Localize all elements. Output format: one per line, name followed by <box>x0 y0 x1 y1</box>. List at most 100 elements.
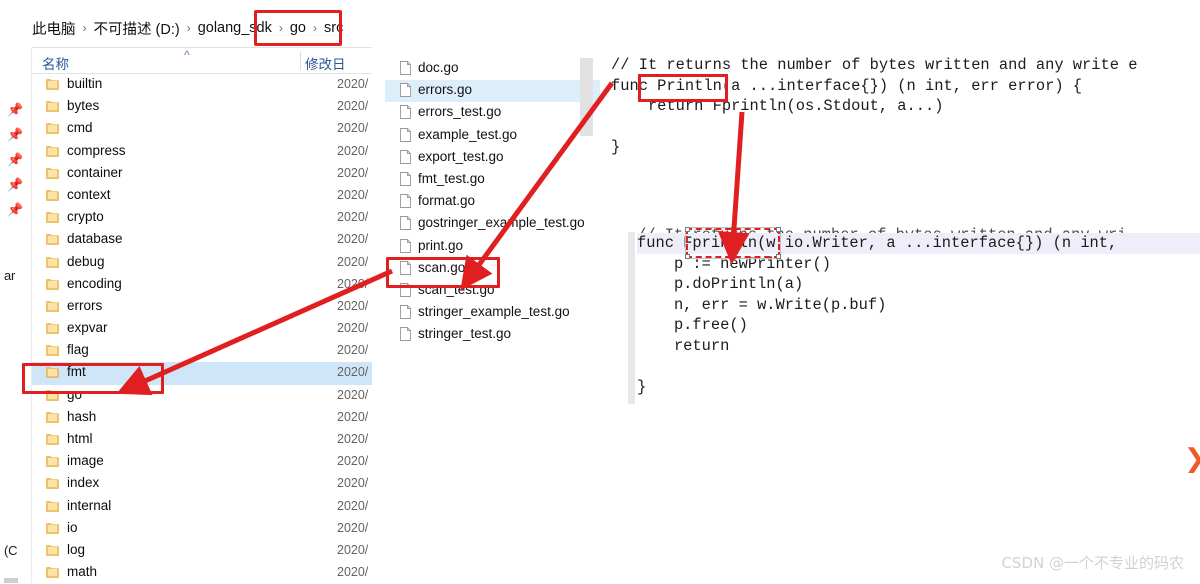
folder-row[interactable]: builtin2020/ <box>32 74 372 96</box>
breadcrumb-separator: › <box>313 22 317 34</box>
file-name: doc.go <box>418 60 459 75</box>
folder-row[interactable]: html2020/ <box>32 429 372 451</box>
folder-row[interactable]: fmt2020/ <box>32 362 372 384</box>
file-row[interactable]: stringer_test.go <box>385 324 600 346</box>
file-row[interactable]: doc.go <box>385 58 600 80</box>
file-name: example_test.go <box>418 127 517 142</box>
pin-icon[interactable]: 📌 <box>7 153 21 167</box>
column-header-name[interactable]: 名称 <box>42 53 69 73</box>
breadcrumb-item-4[interactable]: src <box>324 20 343 36</box>
column-header-date[interactable]: 修改日 <box>305 53 346 73</box>
folder-row[interactable]: encoding2020/ <box>32 274 372 296</box>
folder-row[interactable]: math2020/ <box>32 562 372 584</box>
folder-name: log <box>67 542 85 557</box>
breadcrumb[interactable]: 此电脑 › 不可描述 (D:) › golang_sdk › go › src <box>32 14 343 42</box>
file-name: stringer_test.go <box>418 326 511 341</box>
folder-name: debug <box>67 254 105 269</box>
folder-icon <box>46 322 59 335</box>
code-line: } <box>611 138 620 156</box>
folder-row[interactable]: io2020/ <box>32 518 372 540</box>
document-icon <box>400 216 411 230</box>
folder-row[interactable]: hash2020/ <box>32 407 372 429</box>
breadcrumb-item-3[interactable]: go <box>290 20 306 36</box>
document-icon <box>400 83 411 97</box>
folder-name: compress <box>67 143 126 158</box>
file-row[interactable]: scan.go <box>385 258 600 280</box>
file-list[interactable]: doc.go errors.goerrors_test.go example_tes… <box>385 58 600 346</box>
folder-row[interactable]: image2020/ <box>32 451 372 473</box>
folder-row[interactable]: crypto2020/ <box>32 207 372 229</box>
editor-scrollbar-top[interactable] <box>580 58 593 136</box>
folder-row[interactable]: go2020/ <box>32 385 372 407</box>
file-row[interactable]: errors.go <box>385 80 600 102</box>
file-row[interactable]: format.go <box>385 191 600 213</box>
folder-row[interactable]: errors2020/ <box>32 296 372 318</box>
folder-row[interactable]: log2020/ <box>32 540 372 562</box>
folder-name: flag <box>67 342 89 357</box>
pin-icon[interactable]: 📌 <box>7 178 21 192</box>
folder-icon <box>46 522 59 535</box>
folder-date: 2020/ <box>337 144 368 158</box>
folder-date: 2020/ <box>337 432 368 446</box>
document-icon <box>400 172 411 186</box>
folder-list[interactable]: builtin2020/bytes2020/cmd2020/compress20… <box>32 74 372 583</box>
folder-row[interactable]: database2020/ <box>32 229 372 251</box>
folder-date: 2020/ <box>337 410 368 424</box>
folder-name: go <box>67 387 82 402</box>
file-row[interactable]: fmt_test.go <box>385 169 600 191</box>
breadcrumb-item-2[interactable]: golang_sdk <box>198 20 272 36</box>
folder-row[interactable]: index 2020/ <box>32 473 372 495</box>
folder-name: context <box>67 187 111 202</box>
breadcrumb-item-1[interactable]: 不可描述 (D:) <box>94 18 180 39</box>
folder-row[interactable]: internal2020/ <box>32 496 372 518</box>
file-row[interactable]: gostringer_example_test.go <box>385 213 600 235</box>
folder-icon <box>46 477 59 490</box>
folder-name: index <box>67 475 99 490</box>
folder-name: math <box>67 564 97 579</box>
document-icon <box>400 239 411 253</box>
folder-icon <box>46 167 59 180</box>
folder-name: fmt <box>67 364 86 379</box>
code-line-clipped: // It returns the number of bytes writte… <box>637 225 1200 233</box>
file-row[interactable]: print.go <box>385 236 600 258</box>
folder-row[interactable]: flag2020/ <box>32 340 372 362</box>
code-snippet-println: // It returns the number of bytes writte… <box>611 55 1200 158</box>
folder-name: builtin <box>67 76 102 91</box>
pin-icon[interactable]: 📌 <box>7 128 21 142</box>
folder-icon <box>46 78 59 91</box>
file-name: print.go <box>418 238 463 253</box>
file-row[interactable]: export_test.go <box>385 147 600 169</box>
folder-name: internal <box>67 498 111 513</box>
code-line: return <box>637 337 729 355</box>
file-row[interactable]: errors_test.go <box>385 102 600 124</box>
folder-name: container <box>67 165 123 180</box>
folder-date: 2020/ <box>337 476 368 490</box>
folder-row[interactable]: expvar2020/ <box>32 318 372 340</box>
folder-date: 2020/ <box>337 277 368 291</box>
file-row[interactable]: example_test.go <box>385 125 600 147</box>
pin-icon[interactable]: 📌 <box>7 203 21 217</box>
column-divider[interactable] <box>300 52 301 70</box>
sort-ascending-caret-icon: ^ <box>184 48 190 62</box>
folder-row[interactable]: cmd2020/ <box>32 118 372 140</box>
folder-name: image <box>67 453 104 468</box>
file-row[interactable]: stringer_example_test.go <box>385 302 600 324</box>
folder-name: database <box>67 231 123 246</box>
file-row[interactable]: scan_test.go <box>385 280 600 302</box>
toolbar-divider <box>32 47 372 48</box>
folder-row[interactable]: debug2020/ <box>32 252 372 274</box>
folder-icon <box>46 100 59 113</box>
document-icon <box>400 128 411 142</box>
breadcrumb-separator: › <box>187 22 191 34</box>
pin-icon[interactable]: 📌 <box>7 103 21 117</box>
folder-row[interactable]: context2020/ <box>32 185 372 207</box>
code-line: p.doPrintln(a) <box>637 275 803 293</box>
breadcrumb-item-0[interactable]: 此电脑 <box>32 18 76 39</box>
folder-row[interactable]: bytes2020/ <box>32 96 372 118</box>
scrollbar-stub[interactable] <box>4 578 18 583</box>
folder-row[interactable]: compress 2020/ <box>32 141 372 163</box>
file-name: scan_test.go <box>418 282 495 297</box>
document-icon <box>400 194 411 208</box>
folder-row[interactable]: container2020/ <box>32 163 372 185</box>
document-icon <box>400 261 411 275</box>
